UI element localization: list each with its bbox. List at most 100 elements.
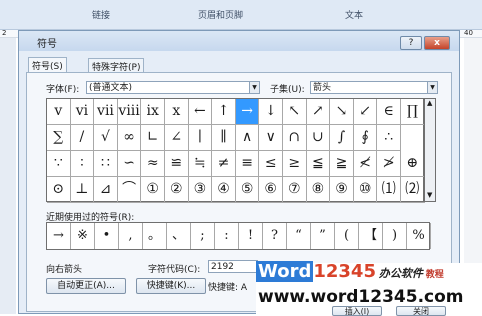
symbol-cell[interactable]: ≮ <box>353 151 378 177</box>
shortcut-key-button[interactable]: 快捷键(K)... <box>136 278 206 294</box>
symbol-cell[interactable]: ⑥ <box>259 177 283 203</box>
symbol-cell[interactable]: ① <box>141 177 165 203</box>
symbol-grid-scrollbar[interactable]: ▲ ▼ <box>424 98 436 202</box>
symbol-cell[interactable]: ⊿ <box>94 177 118 203</box>
symbol-cell[interactable]: ≈ <box>141 151 165 177</box>
close-icon[interactable]: x <box>424 36 450 50</box>
symbol-cell[interactable]: ↙ <box>353 99 378 125</box>
symbol-cell[interactable]: ≤ <box>259 151 283 177</box>
symbol-cell[interactable]: √ <box>94 125 118 151</box>
recent-symbol-cell[interactable]: “ <box>287 223 311 249</box>
symbol-cell[interactable]: ≠ <box>212 151 236 177</box>
recent-symbol-cell[interactable]: ( <box>335 223 359 249</box>
ribbon-group-header-footer[interactable]: 页眉和页脚 <box>198 8 243 21</box>
help-icon[interactable]: ? <box>400 36 422 50</box>
tab-symbols[interactable]: 符号(S) <box>28 57 67 73</box>
subset-select[interactable]: 箭头 ▼ <box>310 81 438 94</box>
symbol-cell[interactable]: ∨ <box>259 125 283 151</box>
recent-symbol-cell[interactable]: ? <box>263 223 287 249</box>
symbol-cell[interactable]: x <box>165 99 189 125</box>
symbol-cell[interactable]: ⑵ <box>401 177 425 203</box>
symbol-cell[interactable]: / <box>70 125 95 151</box>
symbol-cell[interactable]: ∥ <box>212 125 236 151</box>
font-select[interactable]: (普通文本) ▼ <box>86 81 260 94</box>
tab-special-characters[interactable]: 特殊字符(P) <box>88 58 145 73</box>
symbol-cell[interactable]: ≒ <box>188 151 213 177</box>
symbol-cell[interactable]: ⊥ <box>70 177 95 203</box>
charcode-field[interactable]: 2192 <box>208 260 258 273</box>
symbol-cell[interactable]: ∩ <box>283 125 307 151</box>
symbol-cell[interactable]: ≥ <box>283 151 307 177</box>
recent-symbol-cell[interactable]: → <box>47 223 71 249</box>
symbol-cell[interactable]: ↑ <box>212 99 236 125</box>
symbol-cell[interactable]: ∶ <box>70 151 95 177</box>
symbol-cell[interactable]: ⑨ <box>330 177 354 203</box>
symbol-cell[interactable]: ⑦ <box>283 177 307 203</box>
symbol-cell[interactable]: ⑧ <box>306 177 331 203</box>
symbol-cell[interactable]: ∑ <box>47 125 71 151</box>
close-button[interactable]: 关闭 <box>396 306 446 316</box>
recent-symbol-cell[interactable]: ” <box>311 223 335 249</box>
symbol-cell[interactable]: v <box>47 99 71 125</box>
scroll-up-icon[interactable]: ▲ <box>427 99 432 107</box>
symbol-cell[interactable]: ≡ <box>235 151 260 177</box>
ribbon-group-links[interactable]: 链接 <box>92 8 110 21</box>
recent-symbol-cell[interactable]: 【 <box>359 223 383 249</box>
symbol-cell[interactable]: ≧ <box>330 151 354 177</box>
symbol-cell[interactable]: ∵ <box>47 151 71 177</box>
symbol-cell[interactable]: ∟ <box>141 125 165 151</box>
recent-symbol-cell[interactable]: ※ <box>71 223 95 249</box>
recent-symbol-cell[interactable]: , <box>119 223 143 249</box>
symbol-cell[interactable]: → <box>235 99 260 125</box>
recent-symbol-cell[interactable]: ! <box>239 223 263 249</box>
symbol-cell[interactable]: vii <box>94 99 118 125</box>
symbol-cell[interactable]: ∫ <box>330 125 354 151</box>
dialog-titlebar[interactable]: 符号 <box>19 31 459 51</box>
recent-symbol-cell[interactable]: ; <box>191 223 215 249</box>
symbol-cell[interactable]: ∪ <box>306 125 331 151</box>
symbol-cell[interactable]: ⊙ <box>47 177 71 203</box>
recent-symbol-cell[interactable]: % <box>407 223 431 249</box>
symbol-cell[interactable]: ∮ <box>353 125 378 151</box>
symbol-cell[interactable]: ∷ <box>94 151 118 177</box>
symbol-cell[interactable]: ④ <box>212 177 236 203</box>
symbol-cell[interactable]: ↗ <box>306 99 331 125</box>
scroll-down-icon[interactable]: ▼ <box>427 191 432 199</box>
recent-symbol-cell[interactable]: 、 <box>167 223 191 249</box>
symbol-cell[interactable]: ∠ <box>165 125 189 151</box>
autocorrect-button[interactable]: 自动更正(A)... <box>46 278 126 294</box>
symbol-cell[interactable]: ③ <box>188 177 213 203</box>
symbol-cell[interactable]: ⑤ <box>235 177 260 203</box>
symbol-cell[interactable]: ← <box>188 99 213 125</box>
symbol-cell[interactable]: ix <box>141 99 165 125</box>
watermark-brand-digits: 12345 <box>313 261 376 282</box>
symbol-cell[interactable]: ∈ <box>377 99 401 125</box>
symbol-cell[interactable]: ② <box>165 177 189 203</box>
symbol-cell[interactable]: ≯ <box>377 151 401 177</box>
symbol-cell[interactable]: ↓ <box>259 99 283 125</box>
symbol-cell[interactable]: ∴ <box>377 125 401 151</box>
symbol-cell[interactable]: ∧ <box>235 125 260 151</box>
symbol-cell[interactable]: ∣ <box>188 125 213 151</box>
symbol-cell[interactable]: ⊕ <box>401 151 425 177</box>
insert-button[interactable]: 插入(I) <box>332 306 382 316</box>
symbol-cell[interactable]: ⑩ <box>353 177 378 203</box>
chevron-down-icon[interactable]: ▼ <box>427 82 437 93</box>
recent-symbol-cell[interactable]: • <box>95 223 119 249</box>
symbol-cell[interactable]: ≦ <box>306 151 331 177</box>
chevron-down-icon[interactable]: ▼ <box>249 82 259 93</box>
ribbon-group-text[interactable]: 文本 <box>345 8 363 21</box>
symbol-cell[interactable]: ∏ <box>401 99 425 125</box>
symbol-cell[interactable]: ↘ <box>330 99 354 125</box>
symbol-cell[interactable]: viii <box>117 99 142 125</box>
symbol-cell[interactable]: ∞ <box>117 125 142 151</box>
symbol-cell[interactable]: ≌ <box>165 151 189 177</box>
symbol-cell[interactable]: ↖ <box>283 99 307 125</box>
recent-symbol-cell[interactable]: 。 <box>143 223 167 249</box>
symbol-cell[interactable]: ∽ <box>117 151 142 177</box>
symbol-cell[interactable]: ⑴ <box>377 177 401 203</box>
symbol-cell[interactable]: vi <box>70 99 95 125</box>
recent-symbol-cell[interactable]: : <box>215 223 239 249</box>
symbol-cell[interactable]: ⌒ <box>117 177 142 203</box>
recent-symbol-cell[interactable]: ) <box>383 223 407 249</box>
